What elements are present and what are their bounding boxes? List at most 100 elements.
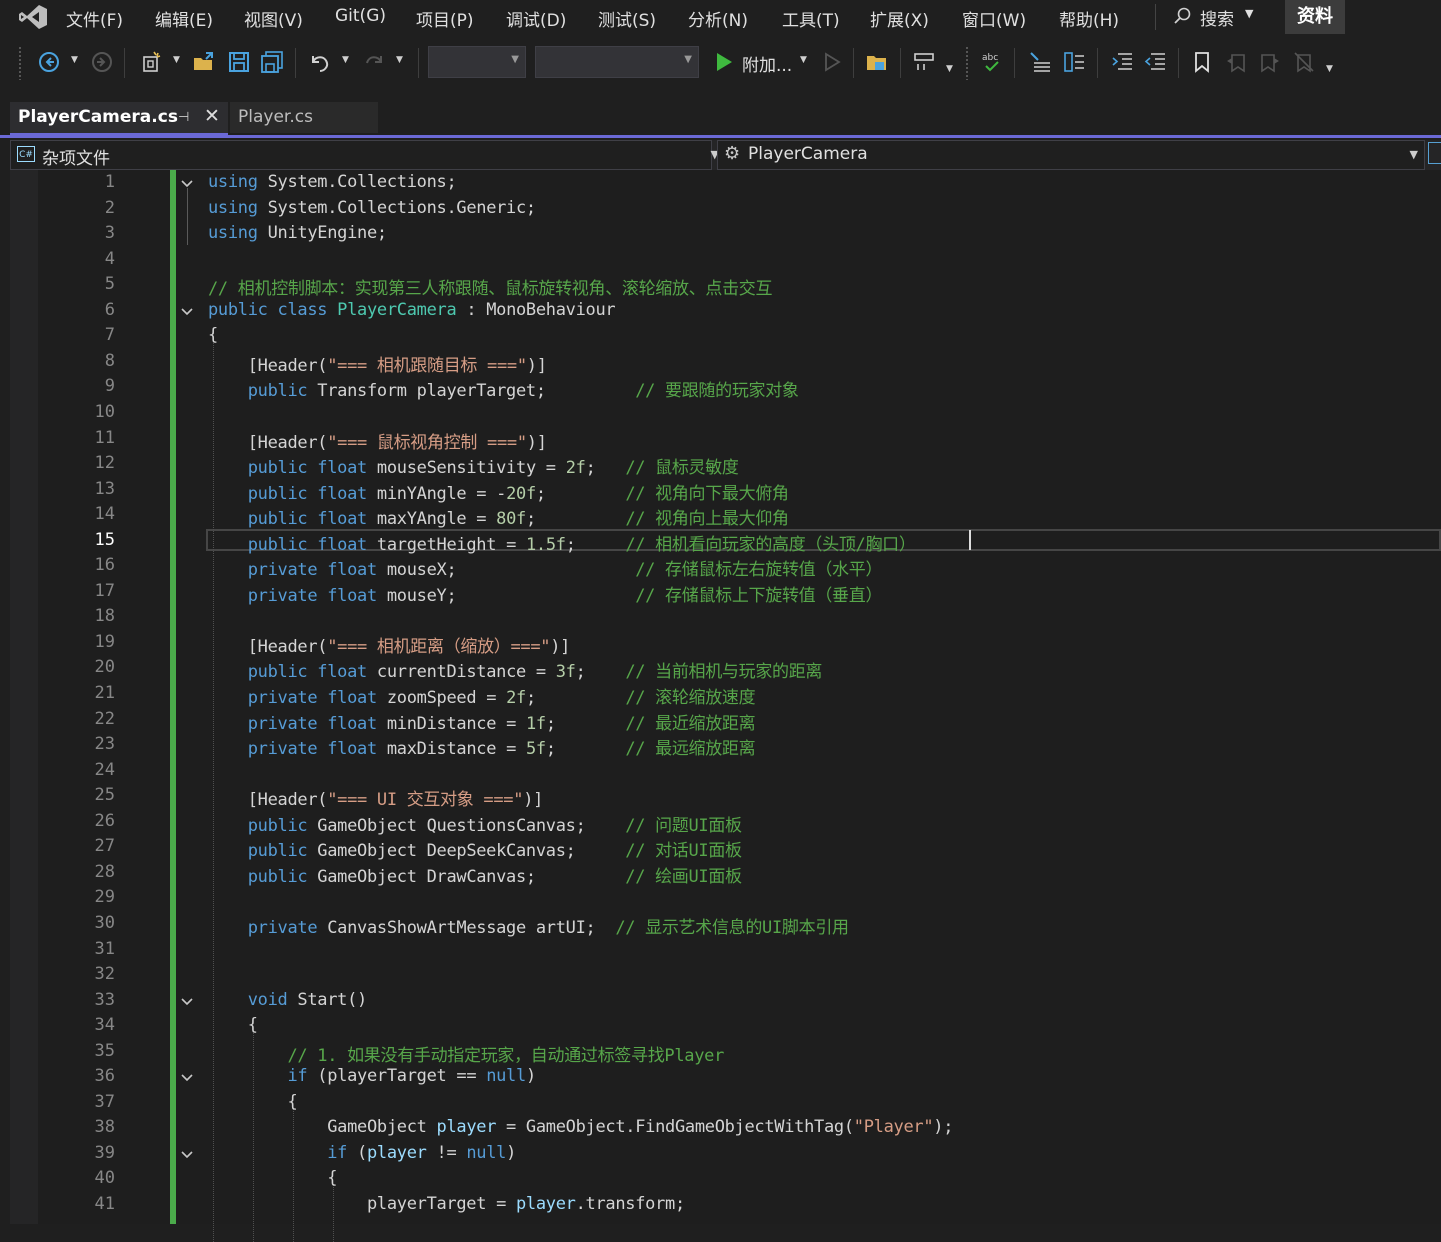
code-line[interactable]: {	[208, 1168, 337, 1193]
open-folder-icon[interactable]	[192, 50, 216, 74]
chevron-down-icon[interactable]: ▼	[1326, 64, 1333, 74]
code-line[interactable]: [Header("=== 鼠标视角控制 ===")]	[208, 428, 547, 453]
code-line[interactable]: using UnityEngine;	[208, 223, 387, 248]
menu-help[interactable]: 帮助(H)	[1059, 6, 1119, 31]
new-project-icon[interactable]	[140, 50, 164, 74]
save-icon[interactable]	[227, 50, 251, 74]
line-number: 41	[94, 1194, 115, 1214]
visual-studio-logo-icon[interactable]	[18, 3, 48, 31]
menu-tools[interactable]: 工具(T)	[782, 6, 840, 31]
bookmark-icon[interactable]	[1190, 50, 1214, 74]
spell-check-icon[interactable]: abc	[980, 50, 1004, 74]
code-line[interactable]: public float targetHeight = 1.5f; // 相机看…	[208, 530, 916, 555]
member-dropdown[interactable]	[1428, 142, 1441, 164]
code-editor[interactable]: 1 2 3 4 5 6 7 8 9 10 11 12 13 14 15 16 17 18 19 20 21 22 23 24 2…	[10, 170, 1441, 1242]
tab-playercamera[interactable]: PlayerCamera.cs ⊣ ✕	[10, 102, 228, 136]
menu-git[interactable]: Git(G)	[335, 6, 386, 26]
chevron-down-icon[interactable]: ▼	[71, 55, 78, 65]
code-line[interactable]: public GameObject QuestionsCanvas; // 问题…	[208, 811, 742, 836]
code-line[interactable]: public GameObject DeepSeekCanvas; // 对话U…	[208, 836, 742, 861]
tab-player[interactable]: Player.cs	[230, 102, 378, 133]
uncomment-icon[interactable]	[1062, 50, 1086, 74]
chevron-down-icon[interactable]: ▼	[396, 55, 403, 65]
menu-analyze[interactable]: 分析(N)	[688, 6, 748, 31]
attach-button-label[interactable]: 附加...	[742, 51, 792, 76]
chevron-down-icon[interactable]: ▼	[800, 55, 807, 65]
open-file-folder-icon[interactable]	[865, 50, 889, 74]
start-without-debug-icon[interactable]	[820, 50, 844, 74]
prev-bookmark-icon[interactable]	[1224, 50, 1248, 74]
code-line[interactable]: private float minDistance = 1f; // 最近缩放距…	[208, 709, 756, 734]
chevron-down-icon[interactable]: ▼	[342, 55, 349, 65]
project-dropdown[interactable]: C# 杂项文件 ▼	[10, 140, 719, 170]
code-line[interactable]: {	[208, 1092, 297, 1117]
code-line[interactable]: private CanvasShowArtMessage artUI; // 显…	[208, 913, 849, 938]
configuration-dropdown[interactable]: ▼	[428, 46, 526, 78]
outdent-icon[interactable]	[1143, 50, 1167, 74]
code-line[interactable]: public GameObject DrawCanvas; // 绘画UI面板	[208, 862, 742, 887]
next-bookmark-icon[interactable]	[1258, 50, 1282, 74]
menu-debug[interactable]: 调试(D)	[506, 6, 566, 31]
start-icon[interactable]	[712, 50, 736, 74]
code-token: if	[287, 1066, 308, 1087]
menu-view[interactable]: 视图(V)	[244, 6, 303, 31]
code-line[interactable]: {	[208, 325, 218, 350]
platform-dropdown[interactable]: ▼	[535, 46, 699, 78]
code-line[interactable]: public Transform playerTarget; // 要跟随的玩家…	[208, 376, 799, 401]
class-dropdown[interactable]: ⚙ PlayerCamera ▼	[717, 140, 1425, 170]
code-line[interactable]: private float mouseX; // 存储鼠标左右旋转值（水平）	[208, 555, 883, 580]
code-line[interactable]: private float maxDistance = 5f; // 最远缩放距…	[208, 734, 756, 759]
toolbar-grip[interactable]	[965, 46, 969, 80]
chevron-down-icon[interactable]: ▼	[946, 64, 953, 74]
code-line[interactable]: private float mouseY; // 存储鼠标上下旋转值（垂直）	[208, 581, 883, 606]
menu-test[interactable]: 测试(S)	[598, 6, 656, 31]
code-line[interactable]: [Header("=== UI 交互对象 ===")]	[208, 785, 544, 810]
code-line[interactable]: using System.Collections.Generic;	[208, 198, 536, 223]
menu-file[interactable]: 文件(F)	[66, 6, 123, 31]
code-line[interactable]: public float mouseSensitivity = 2f; // 鼠…	[208, 453, 739, 478]
indent-icon[interactable]	[1110, 50, 1134, 74]
code-line[interactable]: public float minYAngle = -20f; // 视角向下最大…	[208, 479, 789, 504]
menu-extensions[interactable]: 扩展(X)	[870, 6, 929, 31]
forward-icon[interactable]	[90, 50, 114, 74]
close-icon[interactable]: ✕	[204, 105, 220, 127]
redo-icon[interactable]	[363, 50, 387, 74]
code-line[interactable]: public float currentDistance = 3f; // 当前…	[208, 657, 823, 682]
code-line[interactable]: void Start()	[208, 990, 368, 1015]
code-line[interactable]: if (player != null)	[208, 1143, 516, 1168]
menu-edit[interactable]: 编辑(E)	[155, 6, 213, 31]
collapse-chevron-icon[interactable]	[180, 305, 194, 319]
toolbar-separator	[853, 48, 854, 78]
code-line[interactable]: public class PlayerCamera : MonoBehaviou…	[208, 300, 616, 325]
search-button[interactable]: 搜索 ▼	[1170, 3, 1270, 31]
code-line[interactable]: if (playerTarget == null)	[208, 1066, 536, 1091]
save-all-icon[interactable]	[260, 50, 284, 74]
undo-icon[interactable]	[307, 50, 331, 74]
collapse-chevron-icon[interactable]	[180, 1148, 194, 1162]
code-line[interactable]: private float zoomSpeed = 2f; // 滚轮缩放速度	[208, 683, 756, 708]
code-line[interactable]: playerTarget = player.transform;	[208, 1194, 685, 1219]
code-line[interactable]: using System.Collections;	[208, 172, 457, 197]
back-icon[interactable]	[37, 50, 61, 74]
code-line[interactable]: {	[208, 1015, 258, 1040]
resources-button[interactable]: 资料	[1285, 0, 1345, 34]
menu-window[interactable]: 窗口(W)	[962, 6, 1026, 31]
code-line[interactable]: [Header("=== 相机距离（缩放）===")]	[208, 632, 571, 657]
clear-bookmarks-icon[interactable]	[1292, 50, 1316, 74]
code-token: .transform;	[575, 1194, 686, 1214]
toolbar-grip[interactable]	[18, 46, 22, 80]
code-line[interactable]: // 1. 如果没有手动指定玩家，自动通过标签寻找Player	[208, 1041, 724, 1066]
format-icon[interactable]	[912, 50, 936, 74]
code-line[interactable]: GameObject player = GameObject.FindGameO…	[208, 1117, 953, 1142]
code-line[interactable]: public float maxYAngle = 80f; // 视角向上最大仰…	[208, 504, 789, 529]
collapse-chevron-icon[interactable]	[180, 995, 194, 1009]
comment-icon[interactable]	[1028, 50, 1052, 74]
code-line[interactable]: [Header("=== 相机跟随目标 ===")]	[208, 351, 547, 376]
chevron-down-icon[interactable]: ▼	[173, 55, 180, 65]
menu-project[interactable]: 项目(P)	[416, 6, 474, 31]
pin-icon[interactable]: ⊣	[178, 110, 189, 125]
collapse-chevron-icon[interactable]	[180, 1071, 194, 1085]
code-line[interactable]: // 相机控制脚本：实现第三人称跟随、鼠标旋转视角、滚轮缩放、点击交互	[208, 274, 773, 299]
code-token: )	[506, 1142, 517, 1163]
